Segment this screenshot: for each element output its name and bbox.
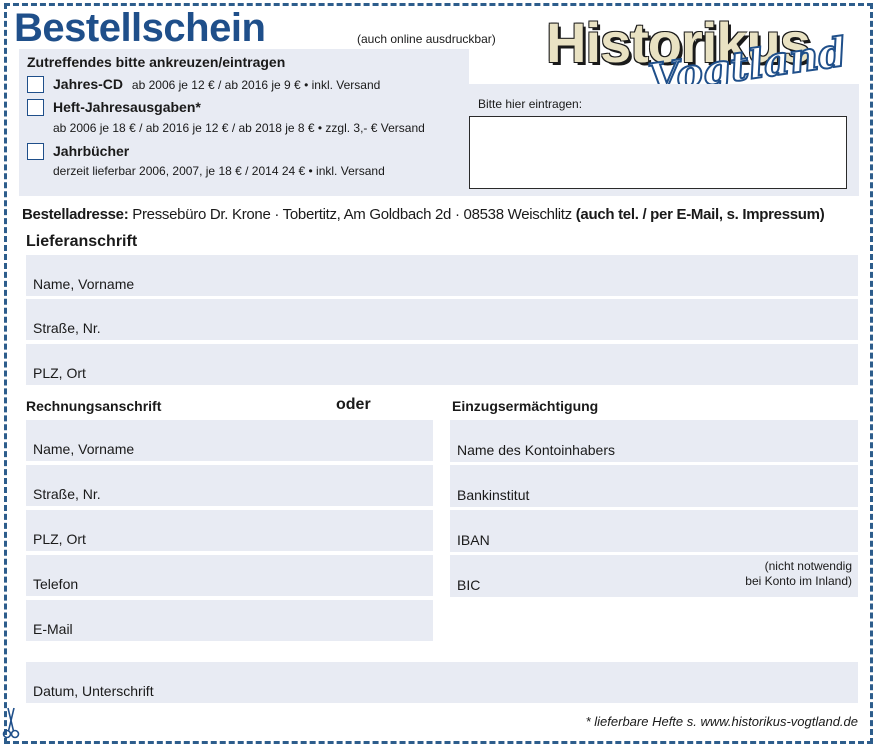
delivery-name-field[interactable]: Name, Vorname bbox=[26, 255, 858, 296]
form-subtitle: (auch online ausdruckbar) bbox=[357, 32, 496, 46]
order-address-text: Pressebüro Dr. Krone · Tobertitz, Am Gol… bbox=[132, 206, 572, 223]
field-label: PLZ, Ort bbox=[33, 365, 86, 381]
option-detail: ab 2006 je 12 € / ab 2016 je 9 € • inkl.… bbox=[131, 78, 381, 92]
billing-title: Rechnungsanschrift bbox=[26, 398, 162, 414]
selection-title: Zutreffendes bitte ankreuzen/eintragen bbox=[27, 54, 286, 70]
debit-bank-field[interactable]: Bankinstitut bbox=[450, 465, 858, 507]
field-label: Bankinstitut bbox=[457, 487, 530, 503]
checkbox-jahres-cd[interactable] bbox=[27, 76, 44, 93]
entry-hint: Bitte hier eintragen: bbox=[478, 97, 583, 111]
billing-name-field[interactable]: Name, Vorname bbox=[26, 420, 433, 461]
debit-bic-field[interactable]: BIC (nicht notwendig bei Konto im Inland… bbox=[450, 555, 858, 597]
checkbox-heft-jahresausgaben[interactable] bbox=[27, 99, 44, 116]
field-label: Name, Vorname bbox=[33, 441, 135, 457]
option-detail: derzeit lieferbar 2006, 2007, je 18 € / … bbox=[53, 164, 385, 178]
bic-note: (nicht notwendig bei Konto im Inland) bbox=[745, 559, 852, 589]
signature-field[interactable]: Datum, Unterschrift bbox=[26, 662, 858, 703]
order-address-label: Bestelladresse: bbox=[22, 206, 129, 223]
option-label: Jahres-CD bbox=[53, 76, 124, 92]
debit-iban-field[interactable]: IBAN bbox=[450, 510, 858, 552]
field-label: IBAN bbox=[457, 532, 490, 548]
debit-holder-field[interactable]: Name des Kontoinhabers bbox=[450, 420, 858, 462]
delivery-street-field[interactable]: Straße, Nr. bbox=[26, 299, 858, 340]
delivery-title: Lieferanschrift bbox=[26, 233, 138, 250]
order-address: Bestelladresse: Pressebüro Dr. Krone · T… bbox=[22, 206, 825, 223]
field-label: Datum, Unterschrift bbox=[33, 683, 154, 699]
field-label: Telefon bbox=[33, 576, 79, 592]
field-label: Straße, Nr. bbox=[33, 320, 101, 336]
footnote: * lieferbare Hefte s. www.historikus-vog… bbox=[585, 714, 858, 729]
checkbox-jahrbuecher[interactable] bbox=[27, 143, 44, 160]
field-label: Straße, Nr. bbox=[33, 486, 101, 502]
delivery-city-field[interactable]: PLZ, Ort bbox=[26, 344, 858, 385]
option-label: Jahrbücher bbox=[53, 143, 130, 159]
scissors-icon bbox=[2, 706, 20, 745]
option-label: Heft-Jahresausgaben* bbox=[53, 99, 201, 115]
field-label: E-Mail bbox=[33, 621, 73, 637]
entry-textbox[interactable] bbox=[469, 116, 847, 189]
billing-city-field[interactable]: PLZ, Ort bbox=[26, 510, 433, 551]
debit-title: Einzugsermächtigung bbox=[452, 398, 599, 414]
billing-street-field[interactable]: Straße, Nr. bbox=[26, 465, 433, 506]
option-jahres-cd: Jahres-CD ab 2006 je 12 € / ab 2016 je 9… bbox=[53, 76, 380, 94]
bic-note-line: bei Konto im Inland) bbox=[745, 574, 852, 588]
billing-email-field[interactable]: E-Mail bbox=[26, 600, 433, 641]
field-label: BIC bbox=[457, 577, 481, 593]
bic-note-line: (nicht notwendig bbox=[764, 559, 852, 573]
field-label: Name des Kontoinhabers bbox=[457, 442, 615, 458]
field-label: Name, Vorname bbox=[33, 276, 135, 292]
order-address-suffix: (auch tel. / per E-Mail, s. Impressum) bbox=[575, 206, 825, 223]
billing-phone-field[interactable]: Telefon bbox=[26, 555, 433, 596]
option-detail: ab 2006 je 18 € / ab 2016 je 12 € / ab 2… bbox=[53, 121, 425, 135]
form-title: Bestellschein bbox=[14, 6, 266, 50]
field-label: PLZ, Ort bbox=[33, 531, 86, 547]
or-label: oder bbox=[336, 396, 371, 413]
